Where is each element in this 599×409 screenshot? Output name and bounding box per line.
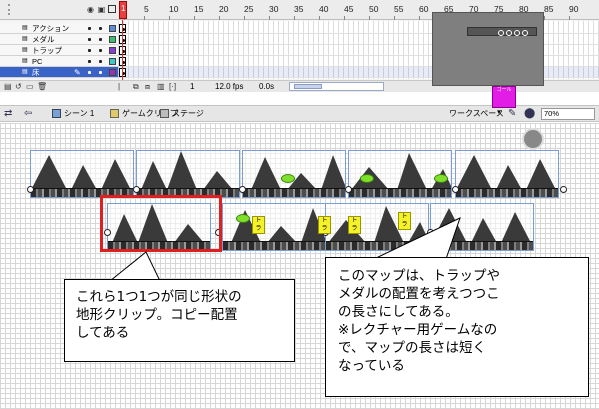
callout-text-line: メダルの配置を考えつつこ [338, 286, 500, 302]
callout-text-line: なっている [338, 358, 405, 374]
callout-text-line: このマップは、トラップや [338, 268, 500, 284]
callout-text-line: ※レクチャー用ゲームなの [338, 322, 498, 338]
callout-text-line: で、マップの長さは短く [338, 340, 486, 356]
callout-terrain-clips: これら1つ1つが同じ形状の 地形クリップ。コピー配置 してある [64, 279, 295, 362]
callout-text-line: してある [76, 325, 130, 341]
callout-text-line: これら1つ1つが同じ形状の [76, 289, 242, 305]
callout-text-line: 地形クリップ。コピー配置 [76, 307, 238, 323]
callout-text-line: の長さにしてある。 [338, 304, 459, 320]
callout-map-length: このマップは、トラップや メダルの配置を考えつつこ の長さにしてある。 ※レクチ… [325, 257, 589, 397]
